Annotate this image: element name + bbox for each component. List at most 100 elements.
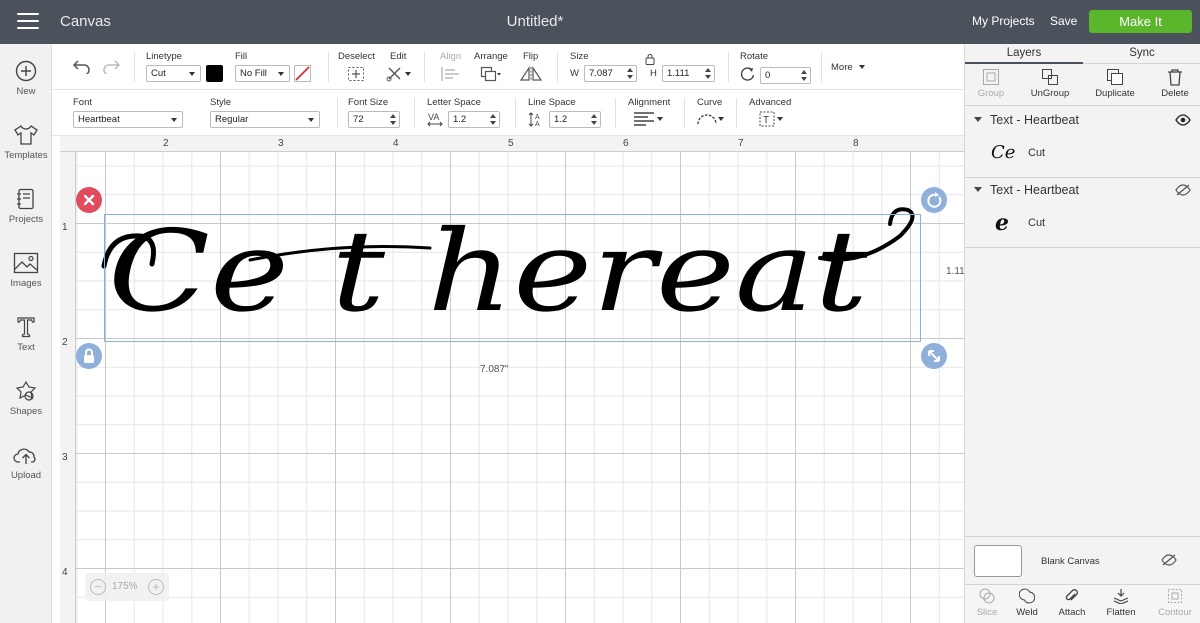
layer-thumbnail: e	[995, 210, 1009, 236]
font-select[interactable]: Heartbeat	[73, 111, 183, 128]
more-dropdown[interactable]: More	[831, 61, 865, 73]
delete-button[interactable]: Delete	[1150, 68, 1200, 99]
more-label: More	[831, 62, 853, 73]
group-button[interactable]: Group	[966, 68, 1016, 99]
save-button[interactable]: Save	[1050, 14, 1077, 28]
linetype-select[interactable]: Cut	[146, 65, 201, 82]
layer-thumbnail: Ce	[991, 142, 1016, 163]
style-select[interactable]: Regular	[210, 111, 320, 128]
sidebar-item-templates[interactable]: Templates	[0, 124, 52, 184]
layer-group-header[interactable]: Text - Heartbeat	[965, 109, 1200, 131]
image-icon	[13, 252, 39, 274]
undo-icon[interactable]	[72, 58, 92, 74]
align-icon[interactable]	[441, 66, 463, 82]
make-it-button[interactable]: Make It	[1089, 10, 1192, 33]
sidebar-item-upload[interactable]: Upload	[0, 444, 52, 504]
zoom-in-button[interactable]: +	[148, 579, 164, 595]
edit-label: Edit	[390, 51, 407, 62]
blank-canvas-label: Blank Canvas	[1041, 556, 1100, 567]
height-input[interactable]: 1.111	[662, 65, 715, 82]
text-t-icon	[17, 317, 35, 338]
layer-actions: Group UnGroup Duplicate Delete	[965, 64, 1200, 106]
tab-sync[interactable]: Sync	[1083, 47, 1200, 59]
advanced-label: Advanced	[749, 97, 792, 108]
panel-tabs: Layers Sync	[965, 44, 1200, 64]
ungroup-button[interactable]: UnGroup	[1025, 68, 1075, 99]
my-projects-link[interactable]: My Projects	[972, 14, 1035, 28]
sidebar-item-projects[interactable]: Projects	[0, 188, 52, 248]
redo-icon[interactable]	[101, 58, 121, 74]
ruler-label: 8	[853, 138, 859, 149]
layers-panel: Layers Sync Group UnGroup Duplicate Dele…	[964, 44, 1200, 623]
letter-space-icon: VA	[427, 112, 443, 127]
lock-icon[interactable]	[645, 53, 655, 65]
advanced-icon: T	[759, 111, 775, 127]
lock-icon	[84, 348, 94, 363]
sidebar-item-label: Upload	[10, 470, 42, 481]
sidebar-item-images[interactable]: Images	[0, 252, 52, 312]
blank-canvas-row[interactable]: Blank Canvas	[965, 536, 1200, 584]
expand-triangle-icon[interactable]	[974, 117, 982, 122]
layer-group-header[interactable]: Text - Heartbeat	[965, 179, 1200, 201]
linetype-color-swatch[interactable]	[206, 65, 223, 82]
blank-canvas-swatch[interactable]	[974, 545, 1022, 577]
letter-space-label: Letter Space	[427, 97, 481, 108]
sidebar-item-shapes[interactable]: Shapes	[0, 380, 52, 440]
design-canvas[interactable]: 2 3 4 5 6 7 8 1 2 3 4 Ce t hereat 7.087"…	[60, 136, 964, 623]
ruler-label: 2	[62, 337, 68, 348]
eye-hidden-icon[interactable]	[1161, 554, 1177, 566]
flatten-icon	[1113, 589, 1129, 604]
width-input[interactable]: 7.087	[584, 65, 637, 82]
size-label: Size	[570, 51, 589, 62]
lock-handle[interactable]	[76, 343, 102, 369]
duplicate-button[interactable]: Duplicate	[1090, 68, 1140, 99]
eye-hidden-icon[interactable]	[1175, 184, 1191, 196]
contour-button[interactable]: Contour	[1153, 588, 1197, 618]
plus-circle-icon	[15, 60, 37, 82]
advanced-dropdown[interactable]: T	[759, 111, 775, 130]
resize-handle[interactable]	[921, 343, 947, 369]
tab-layers[interactable]: Layers	[965, 47, 1083, 59]
rotate-input[interactable]: 0	[760, 67, 811, 84]
fill-select[interactable]: No Fill	[235, 65, 290, 82]
zoom-out-button[interactable]: −	[90, 579, 106, 595]
curve-dropdown[interactable]	[696, 111, 718, 129]
shirt-icon	[14, 125, 38, 145]
sidebar-item-text[interactable]: Text	[0, 316, 52, 376]
layer-row[interactable]: Ce Cut	[965, 133, 1200, 173]
selection-box	[104, 214, 921, 342]
flip-label: Flip	[523, 51, 539, 62]
attach-button[interactable]: Attach	[1050, 588, 1094, 618]
weld-button[interactable]: Weld	[1005, 588, 1049, 618]
ruler-label: 3	[278, 138, 284, 149]
line-space-input[interactable]: 1.2	[549, 111, 601, 128]
width-readout: 7.087"	[480, 364, 509, 375]
arrange-icon[interactable]	[480, 66, 502, 82]
deselect-icon[interactable]	[347, 66, 365, 82]
sidebar-item-new[interactable]: New	[0, 60, 52, 120]
layer-type: Cut	[1028, 147, 1046, 159]
align-left-icon	[634, 112, 654, 126]
svg-text:A: A	[535, 121, 540, 128]
delete-handle[interactable]	[76, 187, 102, 213]
eye-icon[interactable]	[1175, 114, 1191, 126]
flip-icon[interactable]	[519, 66, 545, 82]
layer-bottom-actions: Slice Weld Attach Flatten Contour	[965, 584, 1200, 623]
line-space-label: Line Space	[528, 97, 576, 108]
ruler-label: 2	[163, 138, 169, 149]
edit-dropdown[interactable]	[386, 66, 404, 85]
ruler-label: 6	[623, 138, 629, 149]
slice-button[interactable]: Slice	[965, 588, 1009, 618]
no-fill-swatch-icon[interactable]	[294, 65, 311, 82]
expand-triangle-icon[interactable]	[974, 187, 982, 192]
letter-space-input[interactable]: 1.2	[448, 111, 500, 128]
font-size-label: Font Size	[348, 97, 389, 108]
alignment-dropdown[interactable]	[634, 112, 654, 129]
sidebar-item-label: Templates	[4, 150, 48, 161]
layer-row[interactable]: e Cut	[965, 203, 1200, 243]
flatten-button[interactable]: Flatten	[1099, 588, 1143, 618]
font-size-input[interactable]: 72	[348, 111, 400, 128]
rotate-handle[interactable]	[921, 187, 947, 213]
weld-icon	[1019, 588, 1035, 604]
ruler-top: 2 3 4 5 6 7 8	[60, 136, 964, 152]
